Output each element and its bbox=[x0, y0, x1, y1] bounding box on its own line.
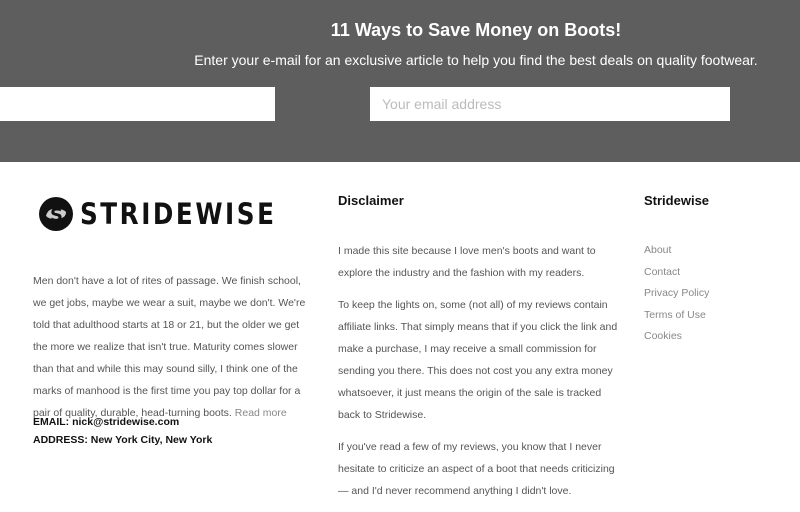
about-paragraph: Men don't have a lot of rites of passage… bbox=[33, 275, 306, 419]
stridewise-logo-icon: S bbox=[39, 197, 73, 231]
link-cookies[interactable]: Cookies bbox=[644, 326, 709, 348]
contact-info: EMAIL: nick@stridewise.com ADDRESS: New … bbox=[33, 413, 212, 449]
banner-title: 11 Ways to Save Money on Boots! bbox=[330, 20, 622, 40]
disclaimer-paragraph: If you've read a few of my reviews, you … bbox=[338, 441, 615, 497]
link-terms-of-use[interactable]: Terms of Use bbox=[644, 305, 709, 327]
link-about[interactable]: About bbox=[644, 240, 709, 262]
name-input[interactable] bbox=[0, 87, 275, 121]
disclaimer-section: Disclaimer I made this site because I lo… bbox=[338, 193, 623, 512]
about-text: Men don't have a lot of rites of passage… bbox=[33, 270, 308, 424]
email-input[interactable] bbox=[370, 87, 730, 121]
disclaimer-title: Disclaimer bbox=[338, 193, 404, 208]
disclaimer-paragraph: I made this site because I love men's bo… bbox=[338, 245, 596, 279]
newsletter-banner: 11 Ways to Save Money on Boots! Enter yo… bbox=[0, 0, 800, 162]
read-more-link[interactable]: Read more bbox=[235, 407, 287, 419]
contact-email[interactable]: EMAIL: nick@stridewise.com bbox=[33, 413, 212, 431]
logo-text: STRIDEWISE bbox=[80, 197, 277, 231]
link-contact[interactable]: Contact bbox=[644, 262, 709, 284]
contact-address: ADDRESS: New York City, New York bbox=[33, 434, 213, 446]
link-privacy-policy[interactable]: Privacy Policy bbox=[644, 283, 709, 305]
logo[interactable]: S STRIDEWISE bbox=[38, 196, 311, 232]
links-title: Stridewise bbox=[644, 193, 710, 208]
footer-links: Stridewise About Contact Privacy Policy … bbox=[644, 193, 709, 348]
disclaimer-paragraph: To keep the lights on, some (not all) of… bbox=[338, 299, 618, 421]
banner-subtitle: Enter your e-mail for an exclusive artic… bbox=[194, 52, 758, 68]
svg-text:S: S bbox=[50, 205, 63, 226]
